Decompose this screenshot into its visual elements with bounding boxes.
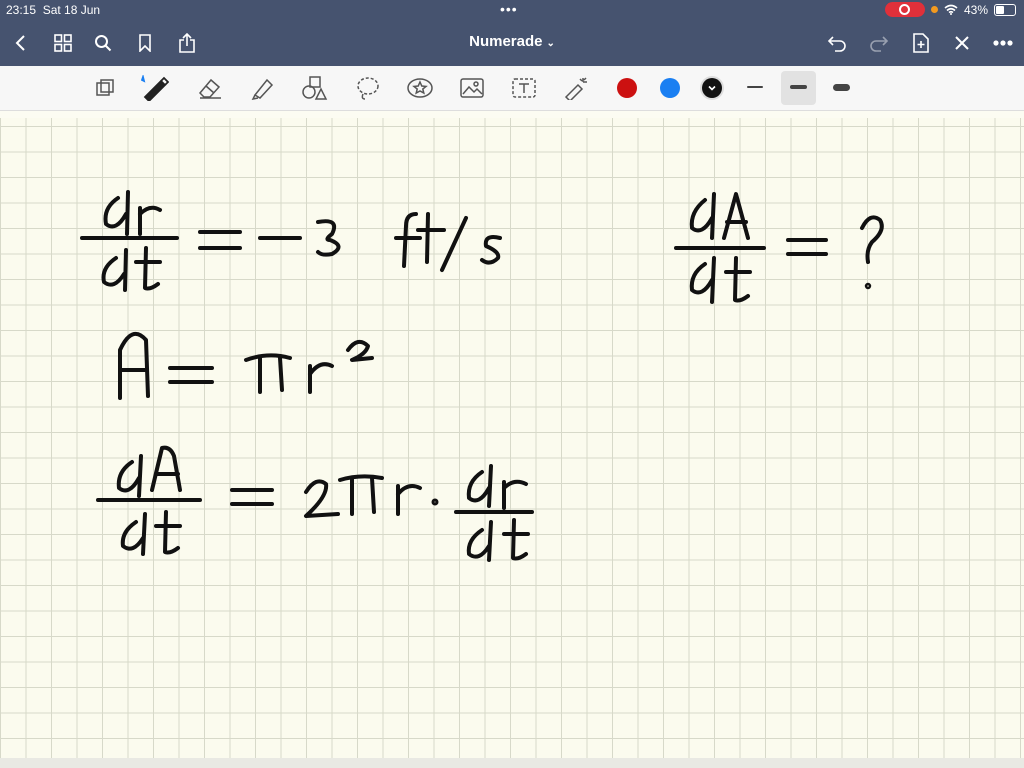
handwriting-line1-right <box>674 192 884 304</box>
handwriting-line2 <box>118 331 374 400</box>
handwritten-equations <box>80 190 884 562</box>
handwriting-line3 <box>96 445 534 562</box>
handwriting-line1 <box>80 190 502 292</box>
